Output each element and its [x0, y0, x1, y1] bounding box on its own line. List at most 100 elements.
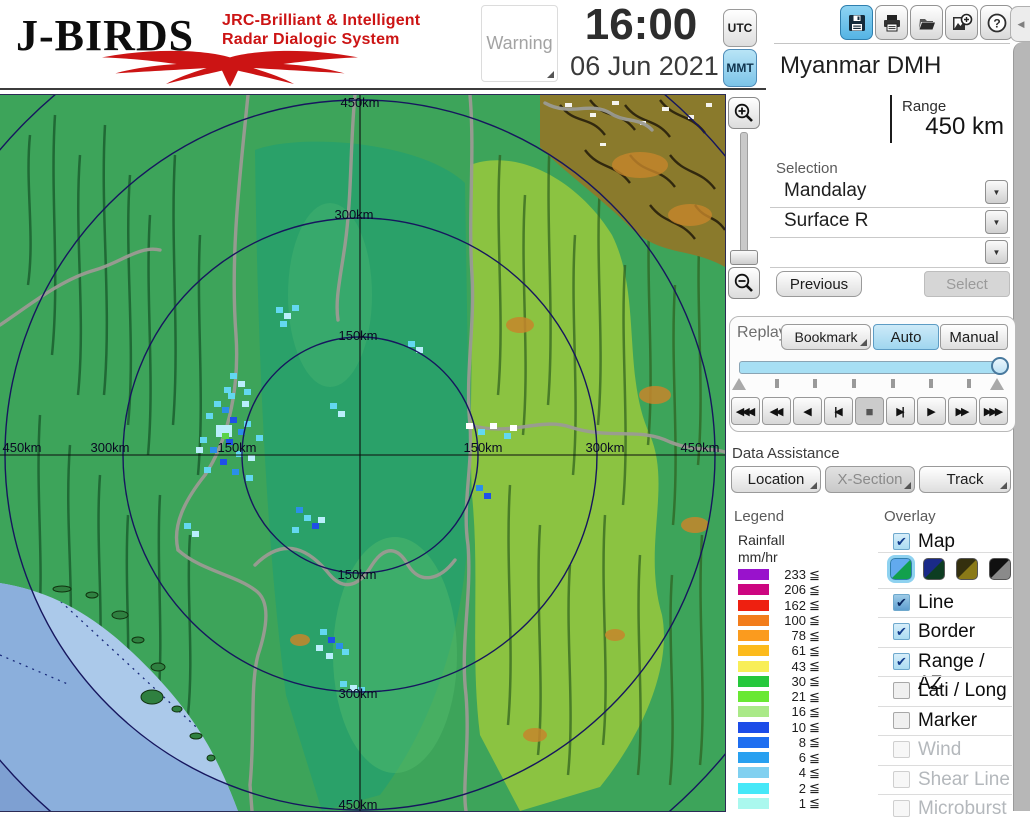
- print-button[interactable]: [875, 5, 908, 40]
- map-style-grayscale[interactable]: [989, 558, 1011, 580]
- selection-dropdown-1[interactable]: Mandalay ▼: [770, 178, 1010, 208]
- clock-date: 06 Jun 2021: [570, 51, 719, 81]
- chevron-down-icon[interactable]: ▼: [985, 240, 1008, 264]
- checkbox-lati-long[interactable]: [893, 682, 910, 699]
- legend-row: 233 ≦: [738, 567, 820, 582]
- overlay-item-label: Map: [918, 531, 955, 552]
- rewind-button[interactable]: ◀◀: [762, 397, 791, 425]
- map-style-terrain-color[interactable]: [890, 558, 912, 580]
- panel-edge-strip: [1013, 42, 1030, 811]
- map-zoom-out-button[interactable]: [728, 267, 760, 299]
- legend-value: 6: [798, 750, 806, 765]
- warning-button[interactable]: Warning: [481, 5, 558, 82]
- timeline-tick: [852, 379, 856, 388]
- map-zoom-slider[interactable]: [740, 132, 748, 264]
- legend-row: 2 ≦: [738, 780, 820, 796]
- select-button[interactable]: Select: [924, 271, 1010, 297]
- add-image-button[interactable]: [945, 5, 978, 40]
- legend-color-swatch: [738, 614, 769, 626]
- legend-row: 1 ≦: [738, 795, 820, 811]
- eagle-logo-icon: [102, 50, 358, 87]
- replay-timeline-slider[interactable]: [739, 361, 1001, 374]
- data-assistance-label: Data Assistance: [732, 445, 840, 462]
- station-name: Myanmar DMH: [780, 52, 942, 79]
- legend-value: 43: [791, 658, 806, 674]
- skip-start-button[interactable]: |◀: [824, 397, 853, 425]
- legend-operator: ≦: [809, 658, 820, 673]
- legend-color-swatch: [738, 645, 769, 657]
- checkbox-map[interactable]: ✔: [893, 533, 910, 550]
- legend-value: 78: [791, 628, 806, 643]
- replay-auto-button[interactable]: Auto: [873, 324, 939, 350]
- legend-color-swatch: [738, 630, 769, 641]
- range-value: 450 km: [925, 113, 1004, 140]
- legend-value: 61: [791, 643, 806, 659]
- checkbox-range-az[interactable]: ✔: [893, 653, 910, 670]
- legend-color-swatch: [738, 675, 769, 687]
- replay-label: Replay: [737, 324, 787, 341]
- svg-text:450km: 450km: [338, 797, 377, 811]
- checkbox-border[interactable]: ✔: [893, 623, 910, 640]
- replay-slider-handle[interactable]: [991, 357, 1009, 375]
- overlay-row-lati-long: Lati / Long: [878, 676, 1012, 706]
- legend-color-swatch: [738, 660, 769, 672]
- legend-row: 6 ≦: [738, 750, 820, 765]
- legend-row: 30 ≦: [738, 673, 820, 689]
- timeline-tick: [929, 379, 933, 388]
- skip-end-button[interactable]: ▶|: [886, 397, 915, 425]
- track-button[interactable]: Track: [919, 466, 1011, 493]
- selection-dropdown-3[interactable]: ▼: [770, 238, 1010, 268]
- help-button[interactable]: ?: [980, 5, 1013, 40]
- map-style-olive[interactable]: [956, 558, 978, 580]
- stop-button[interactable]: ■: [855, 397, 884, 425]
- svg-text:450km: 450km: [340, 95, 379, 110]
- legend-operator: ≦: [809, 642, 820, 658]
- legend-color-swatch: [738, 797, 769, 809]
- timezone-mmt-button[interactable]: MMT: [723, 49, 757, 87]
- overlay-item-label: Border: [918, 621, 976, 642]
- timeline-start-marker: [732, 378, 746, 390]
- radar-map-display[interactable]: 450km 300km 150km 150km 300km 450km 450km 300km…: [0, 94, 726, 812]
- legend-value: 4: [798, 765, 806, 781]
- map-zoom-in-button[interactable]: [728, 97, 760, 129]
- svg-text:150km: 150km: [217, 440, 256, 455]
- legend-row: 206 ≦: [738, 582, 820, 597]
- legend-value: 1: [798, 795, 806, 811]
- svg-text:150km: 150km: [338, 328, 377, 343]
- map-style-dark-blue[interactable]: [923, 558, 945, 580]
- bookmark-button[interactable]: Bookmark: [781, 324, 871, 350]
- play-button[interactable]: ▶: [917, 397, 946, 425]
- selection-dropdown-2[interactable]: Surface R ▼: [770, 208, 1010, 238]
- legend-value: 233: [784, 567, 806, 582]
- forward-button[interactable]: ▶▶: [948, 397, 977, 425]
- map-zoom-slider-handle[interactable]: [730, 250, 758, 265]
- open-file-button[interactable]: [910, 5, 943, 40]
- chevron-down-icon[interactable]: ▼: [985, 210, 1008, 234]
- x-section-button[interactable]: X-Section: [825, 466, 915, 493]
- legend-row: 10 ≦: [738, 719, 820, 735]
- checkbox-line[interactable]: ✔: [893, 594, 910, 611]
- step-back-button[interactable]: ◀: [793, 397, 822, 425]
- panel-collapse-button[interactable]: ◀: [1010, 6, 1030, 42]
- svg-text:450km: 450km: [2, 440, 41, 455]
- timeline-tick: [891, 379, 895, 388]
- overlay-row-microburst: Microburst: [878, 794, 1012, 824]
- legend-row: 162 ≦: [738, 597, 820, 613]
- legend-operator: ≦: [809, 673, 820, 689]
- overlay-item-label: Wind: [918, 739, 962, 760]
- forward-fast-button[interactable]: ▶▶▶: [979, 397, 1008, 425]
- save-button[interactable]: [840, 5, 873, 40]
- chevron-down-icon[interactable]: ▼: [985, 180, 1008, 204]
- replay-manual-button[interactable]: Manual: [940, 324, 1008, 350]
- svg-text:300km: 300km: [90, 440, 129, 455]
- checkbox-wind: [893, 741, 910, 758]
- logo-tagline-line1: JRC-Brilliant & Intelligent: [222, 12, 421, 29]
- svg-text:300km: 300km: [338, 686, 377, 701]
- legend-row: 43 ≦: [738, 658, 820, 674]
- rewind-fast-button[interactable]: ◀◀◀: [731, 397, 760, 425]
- timezone-utc-button[interactable]: UTC: [723, 9, 757, 47]
- svg-text:450km: 450km: [680, 440, 719, 455]
- location-button[interactable]: Location: [731, 466, 821, 493]
- previous-button[interactable]: Previous: [776, 271, 862, 297]
- checkbox-marker[interactable]: [893, 712, 910, 729]
